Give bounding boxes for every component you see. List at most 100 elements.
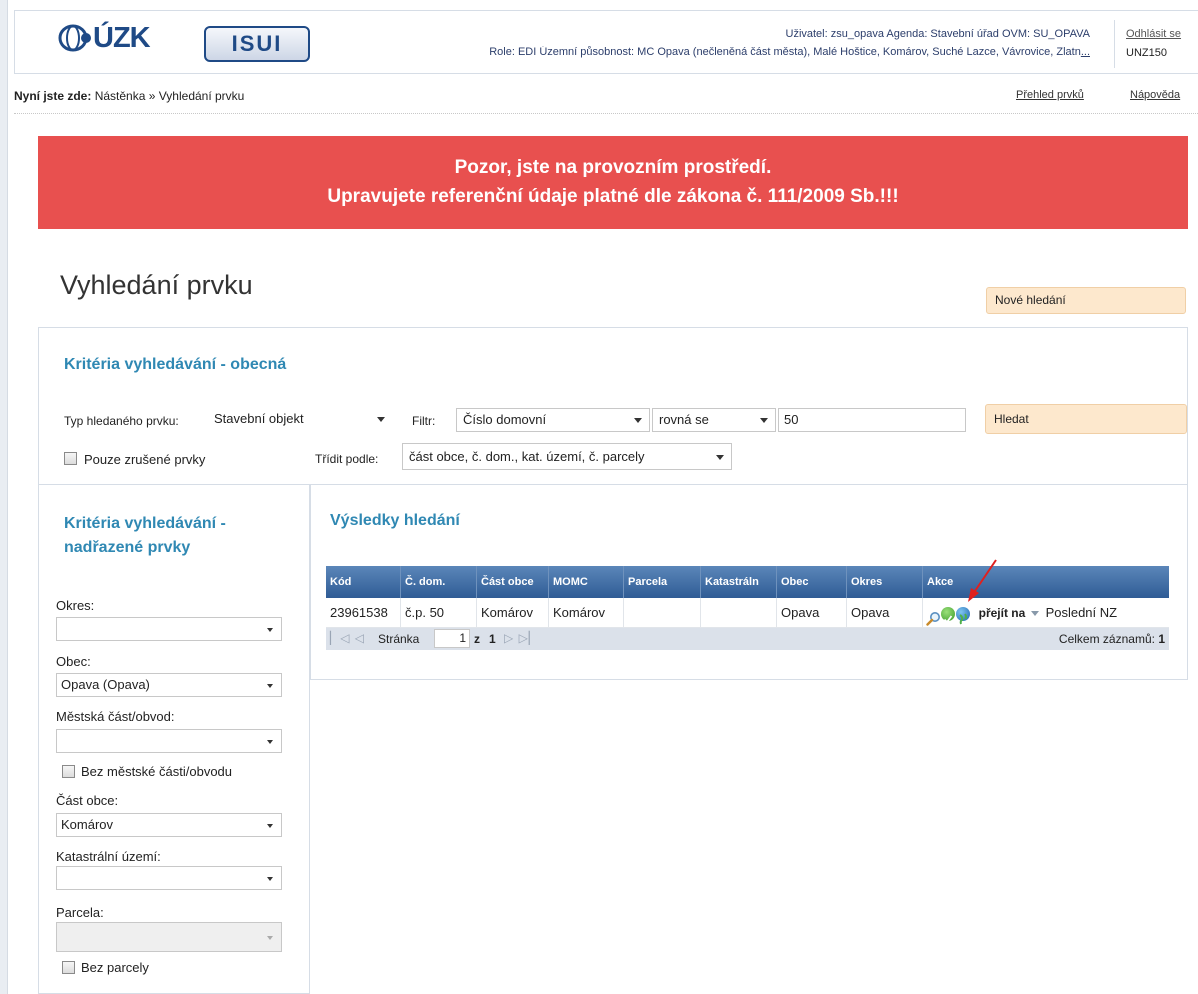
user-info: Uživatel: zsu_opava Agenda: Stavební úřa… [785,28,1091,40]
pager-page-input[interactable]: 1 [434,629,470,648]
town-part-select[interactable]: Komárov [56,813,282,837]
pager-next-last-icon[interactable]: ▷ ▷▏ [504,631,539,645]
column-header-obec[interactable]: Obec [777,566,847,598]
pager-count-value: 1 [1158,632,1165,646]
isui-logo-text: ISUI [231,31,283,56]
obec-label: Obec: [56,654,91,669]
results-grid-header: Kód Č. dom. Část obce MOMC Parcela Katas… [326,566,1169,598]
dropdown-arrow-icon [634,418,642,423]
cell-cdom: č.p. 50 [401,598,477,628]
okres-label: Okres: [56,598,95,613]
dropdown-arrow-icon [267,824,273,828]
filter-field-select[interactable]: Číslo domovní [456,408,650,432]
last-nz-link[interactable]: Poslední NZ [1046,605,1118,620]
role-info-text: Role: EDI Územní působnost: MC Opava (ne… [489,46,1081,58]
dropdown-arrow-icon [716,455,724,460]
app-header [14,10,1198,74]
cell-okres: Opava [847,598,923,628]
obec-value: Opava (Opava) [61,677,150,692]
pager-first-prev-icon[interactable]: ▏◁ ◁ [330,631,365,645]
parent-criteria-title: Kritéria vyhledávání - nadřazené prvky [64,515,226,556]
isui-logo[interactable]: ISUI [204,26,310,62]
column-header-cdom[interactable]: Č. dom. [401,566,477,598]
cadastral-area-select[interactable] [56,866,282,890]
search-button[interactable]: Hledat [985,404,1187,434]
results-title: Výsledky hledání [330,512,460,529]
dropdown-arrow-icon [267,936,273,940]
globe-icon[interactable] [956,606,970,624]
parcel-select[interactable] [56,922,282,952]
element-type-select[interactable]: Stavební objekt [208,408,392,432]
cell-kod: 23961538 [326,598,401,628]
header-divider [1114,20,1115,68]
dropdown-arrow-icon [267,628,273,632]
okres-select[interactable] [56,617,282,641]
role-info-more-link[interactable]: ... [1081,46,1090,58]
dropdown-arrow-icon[interactable] [1030,611,1039,616]
pager-total-pages: 1 [489,632,496,646]
no-parcel-checkbox[interactable] [62,961,75,974]
pager-label: Stránka [378,632,420,646]
no-parcel-label[interactable]: Bez parcely [81,960,149,975]
filter-field-value: Číslo domovní [463,412,547,427]
column-header-momc[interactable]: MOMC [549,566,624,598]
cadastral-area-label: Katastrální území: [56,849,161,864]
town-part-label: Část obce: [56,793,119,808]
help-link[interactable]: Nápověda [1130,89,1180,101]
general-criteria-title: Kritéria vyhledávání - obecná [64,356,287,373]
dropdown-arrow-icon [267,740,273,744]
pager-count-label: Celkem záznamů: [1058,632,1155,646]
goto-action-link[interactable]: přejít na [979,606,1026,620]
table-row[interactable]: 23961538 č.p. 50 Komárov Komárov Opava O… [326,598,1169,628]
page-title: Vyhledání prvku [60,270,253,300]
banner-line-1: Pozor, jste na provozním prostředí. [454,157,772,178]
elements-overview-link[interactable]: Přehled prvků [1016,89,1084,101]
city-district-label: Městská část/obvod: [56,709,175,724]
column-header-parcela[interactable]: Parcela [624,566,701,598]
city-district-select[interactable] [56,729,282,753]
new-search-button[interactable]: Nové hledání [986,287,1186,314]
grid-pager: ▏◁ ◁ Stránka 1 z 1 ▷ ▷▏ Celkem záznamů: … [326,628,1169,650]
results-grid: Kód Č. dom. Část obce MOMC Parcela Katas… [326,566,1169,650]
logout-link[interactable]: Odhlásit se [1126,28,1181,40]
cell-cast-obce: Komárov [477,598,549,628]
filter-label: Filtr: [412,414,436,428]
breadcrumb-path[interactable]: Nástěnka » Vyhledání prvku [95,89,245,103]
breadcrumb-label: Nyní jste zde: [14,89,92,103]
role-info: Role: EDI Územní působnost: MC Opava (ne… [340,46,1090,58]
column-header-okres[interactable]: Okres [847,566,923,598]
only-cancelled-checkbox[interactable] [64,452,77,465]
only-cancelled-label[interactable]: Pouze zrušené prvky [84,452,205,467]
cell-obec: Opava [777,598,847,628]
page-left-edge [0,0,8,994]
dropdown-arrow-icon [267,684,273,688]
no-city-district-checkbox[interactable] [62,765,75,778]
pager-of: z [474,632,480,646]
banner-line-2: Upravujete referenční údaje platné dle z… [327,186,899,207]
obec-select[interactable]: Opava (Opava) [56,673,282,697]
no-city-district-label[interactable]: Bez městské části/obvodu [81,764,232,779]
dropdown-arrow-icon [267,877,273,881]
cuzk-logo-icon [58,23,92,53]
station-id: UNZ150 [1126,47,1167,59]
pager-record-count: Celkem záznamů: 1 [1059,632,1165,646]
cuzk-logo-text: ÚZK [93,21,151,54]
breadcrumb-divider [14,113,1198,114]
column-header-cast-obce[interactable]: Část obce [477,566,549,598]
sort-select[interactable]: část obce, č. dom., kat. území, č. parce… [402,443,732,470]
cell-parcela [624,598,701,628]
breadcrumb: Nyní jste zde: Nástěnka » Vyhledání prvk… [14,89,244,103]
magnifier-icon[interactable] [926,607,940,626]
parcel-label: Parcela: [56,905,104,920]
cuzk-logo[interactable]: ÚZK [58,18,151,58]
element-type-value: Stavební objekt [214,411,304,426]
sort-value: část obce, č. dom., kat. území, č. parce… [409,449,645,464]
cell-katastr [701,598,777,628]
filter-value-input[interactable]: 50 [778,408,966,432]
check-icon[interactable] [941,606,955,623]
column-header-kod[interactable]: Kód [326,566,401,598]
dropdown-arrow-icon [377,417,385,422]
column-header-katastr[interactable]: Katastráln [701,566,777,598]
production-warning-banner: Pozor, jste na provozním prostředí. Upra… [38,136,1188,229]
filter-operator-select[interactable]: rovná se [652,408,776,432]
